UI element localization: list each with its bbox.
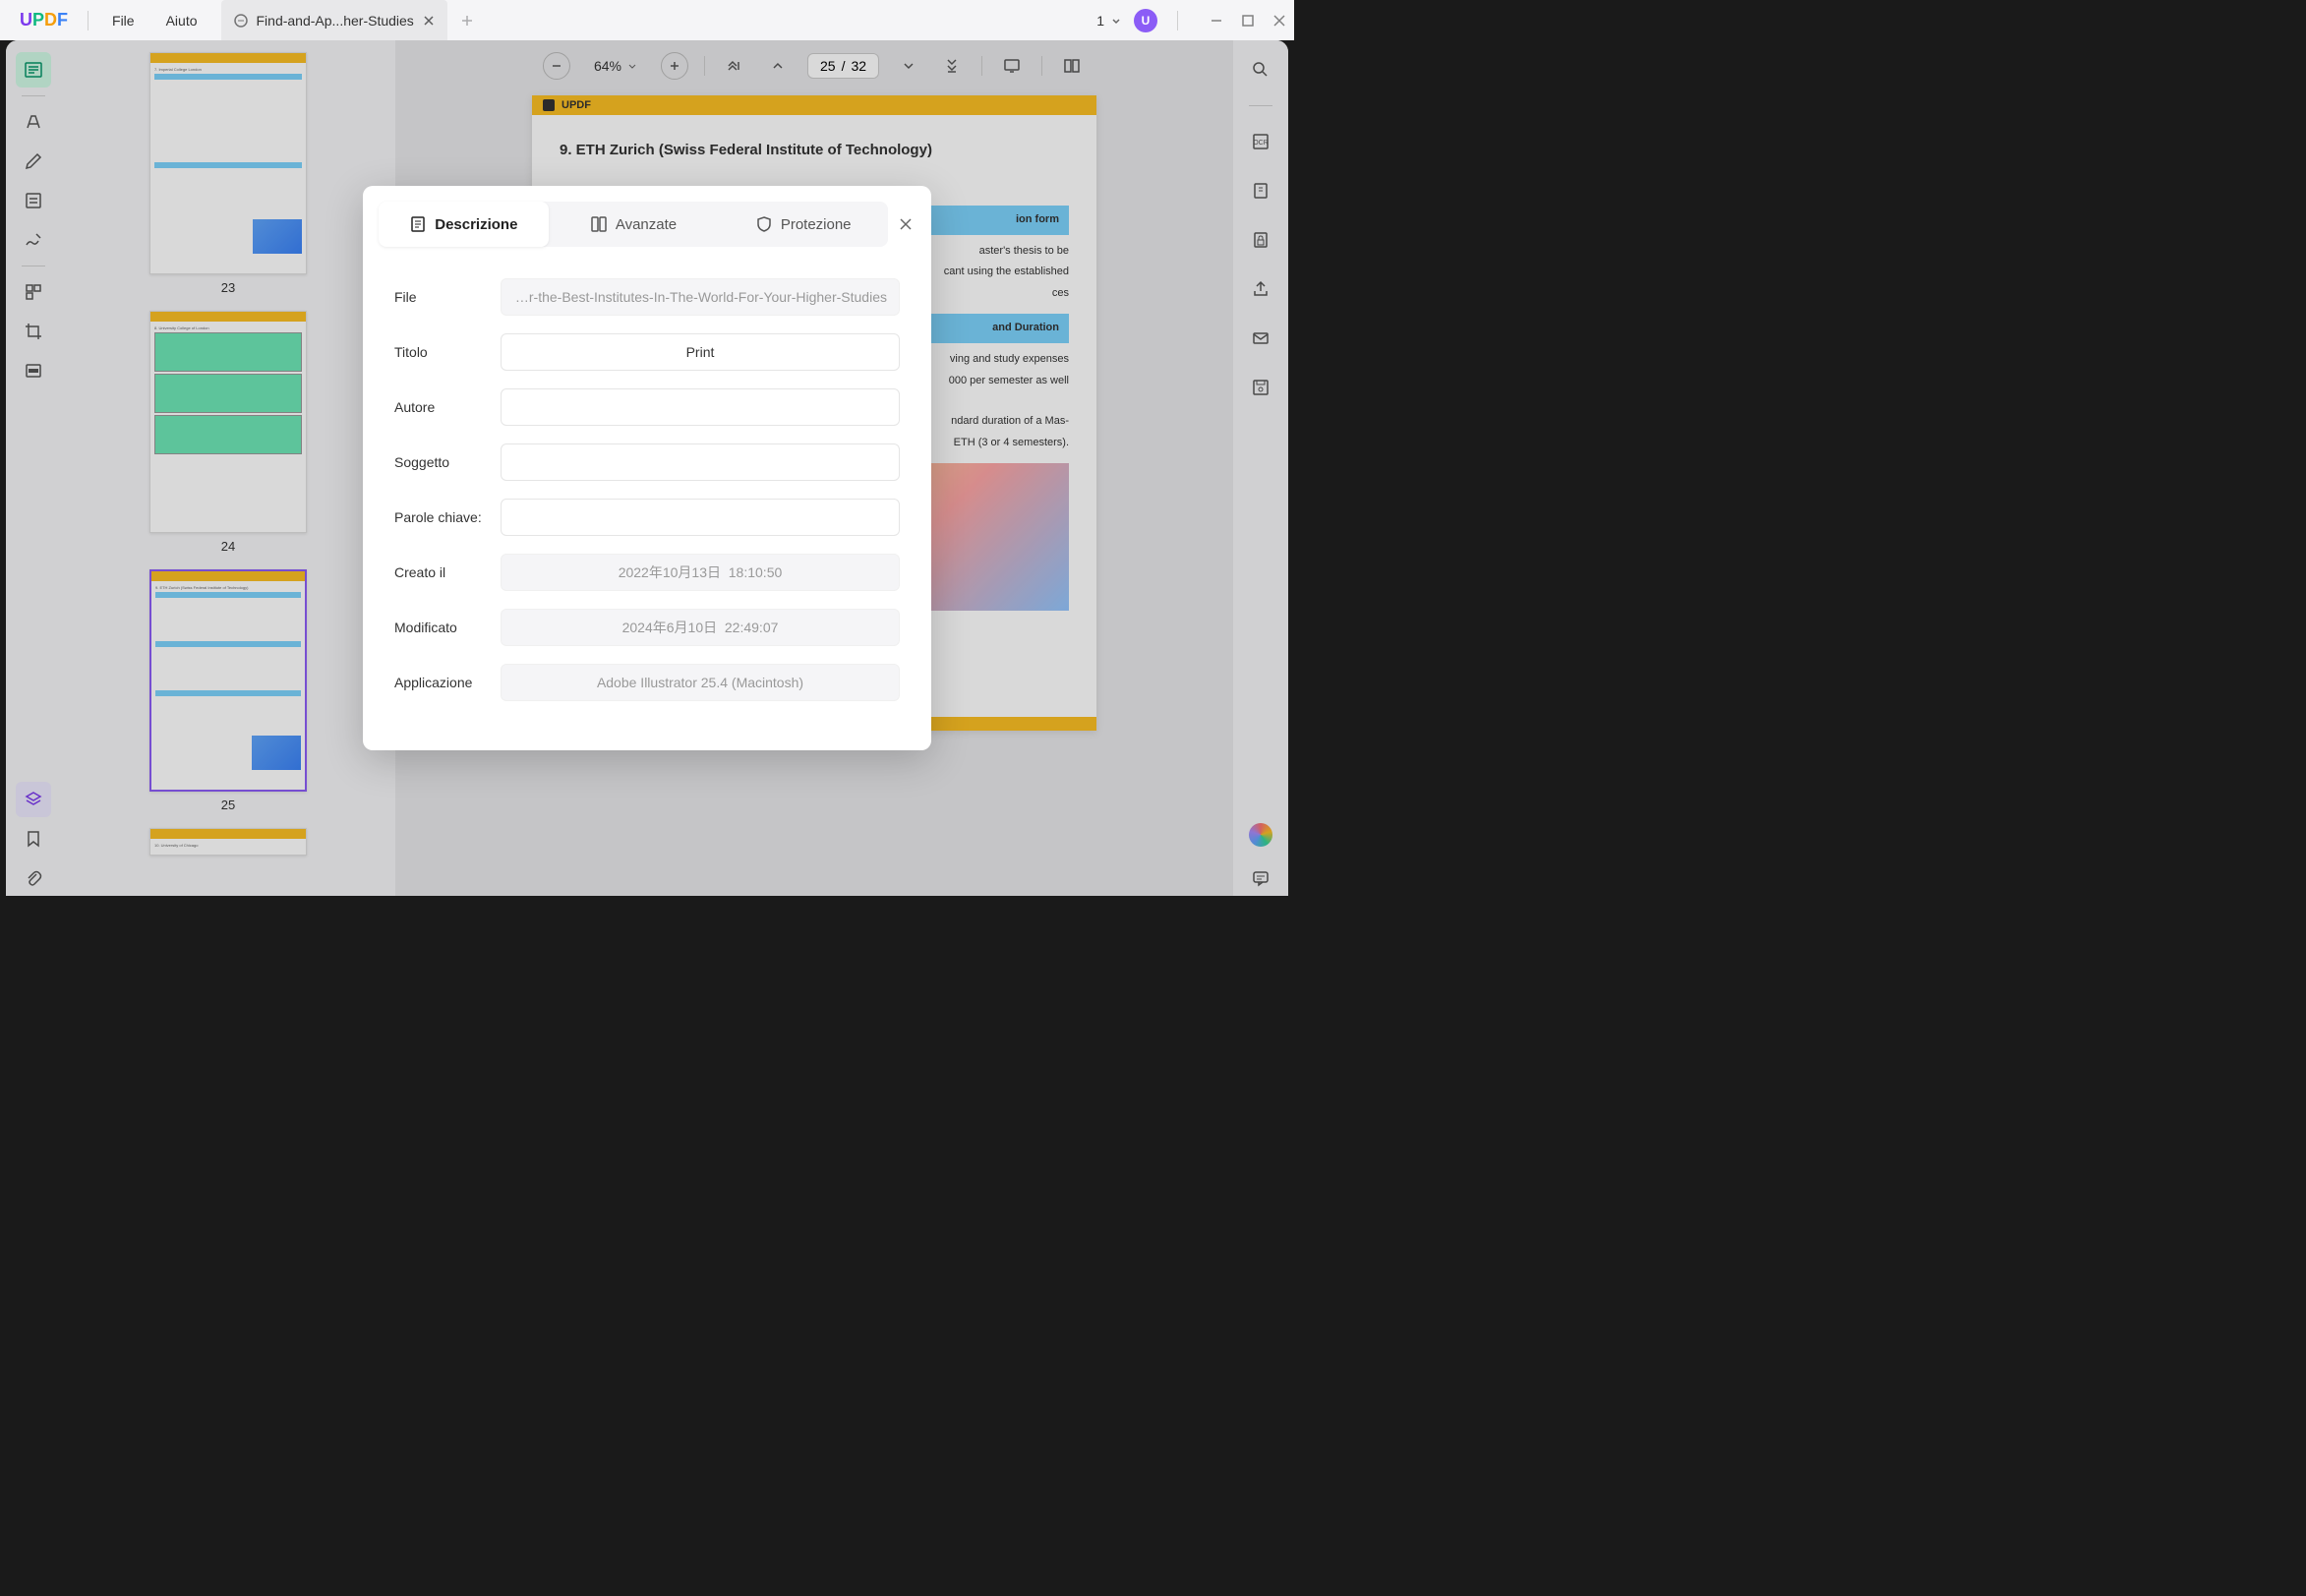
window-counter[interactable]: 1 (1096, 13, 1122, 29)
modified-field (501, 609, 900, 646)
tab-label: Protezione (781, 216, 852, 233)
author-field[interactable] (501, 388, 900, 426)
tab-label: Descrizione (435, 216, 517, 233)
chevron-down-icon (1110, 15, 1122, 27)
tab-label: Avanzate (616, 216, 677, 233)
created-field (501, 554, 900, 591)
modal-overlay: Descrizione Avanzate Protezione (6, 40, 1288, 896)
tab-title: Find-and-Ap...her-Studies (257, 13, 414, 29)
keywords-field[interactable] (501, 499, 900, 536)
file-field (501, 278, 900, 316)
close-modal-icon[interactable] (896, 214, 916, 234)
titlebar: UPDF File Aiuto Find-and-Ap...her-Studie… (0, 0, 1294, 40)
app-logo: UPDF (8, 10, 80, 30)
title-field[interactable] (501, 333, 900, 371)
add-tab-icon[interactable] (459, 13, 475, 29)
document-icon (233, 13, 249, 29)
tab-close-icon[interactable] (422, 14, 436, 28)
application-field (501, 664, 900, 701)
divider (88, 11, 89, 30)
counter-value: 1 (1096, 13, 1104, 29)
tab-protection[interactable]: Protezione (718, 202, 888, 247)
modal-tabs: Descrizione Avanzate Protezione (379, 202, 888, 247)
label-created: Creato il (394, 564, 501, 580)
user-avatar[interactable]: U (1134, 9, 1157, 32)
minimize-icon[interactable] (1210, 14, 1223, 28)
document-tab[interactable]: Find-and-Ap...her-Studies (221, 0, 447, 40)
label-subject: Soggetto (394, 454, 501, 470)
label-application: Applicazione (394, 675, 501, 690)
tab-description[interactable]: Descrizione (379, 202, 549, 247)
modal-body: File Titolo Autore Soggetto (379, 259, 916, 727)
label-modified: Modificato (394, 620, 501, 635)
shield-icon (755, 215, 773, 233)
menu-file[interactable]: File (96, 13, 150, 29)
subject-field[interactable] (501, 443, 900, 481)
description-icon (409, 215, 427, 233)
label-title: Titolo (394, 344, 501, 360)
close-window-icon[interactable] (1272, 14, 1286, 28)
label-author: Autore (394, 399, 501, 415)
tab-advanced[interactable]: Avanzate (549, 202, 719, 247)
main-area: 7. Imperial College London 23 8. Univers… (6, 40, 1288, 896)
advanced-icon (590, 215, 608, 233)
label-keywords: Parole chiave: (394, 509, 501, 525)
menu-help[interactable]: Aiuto (150, 13, 213, 29)
divider (1177, 11, 1178, 30)
maximize-icon[interactable] (1241, 14, 1255, 28)
properties-modal: Descrizione Avanzate Protezione (363, 186, 931, 750)
label-file: File (394, 289, 501, 305)
